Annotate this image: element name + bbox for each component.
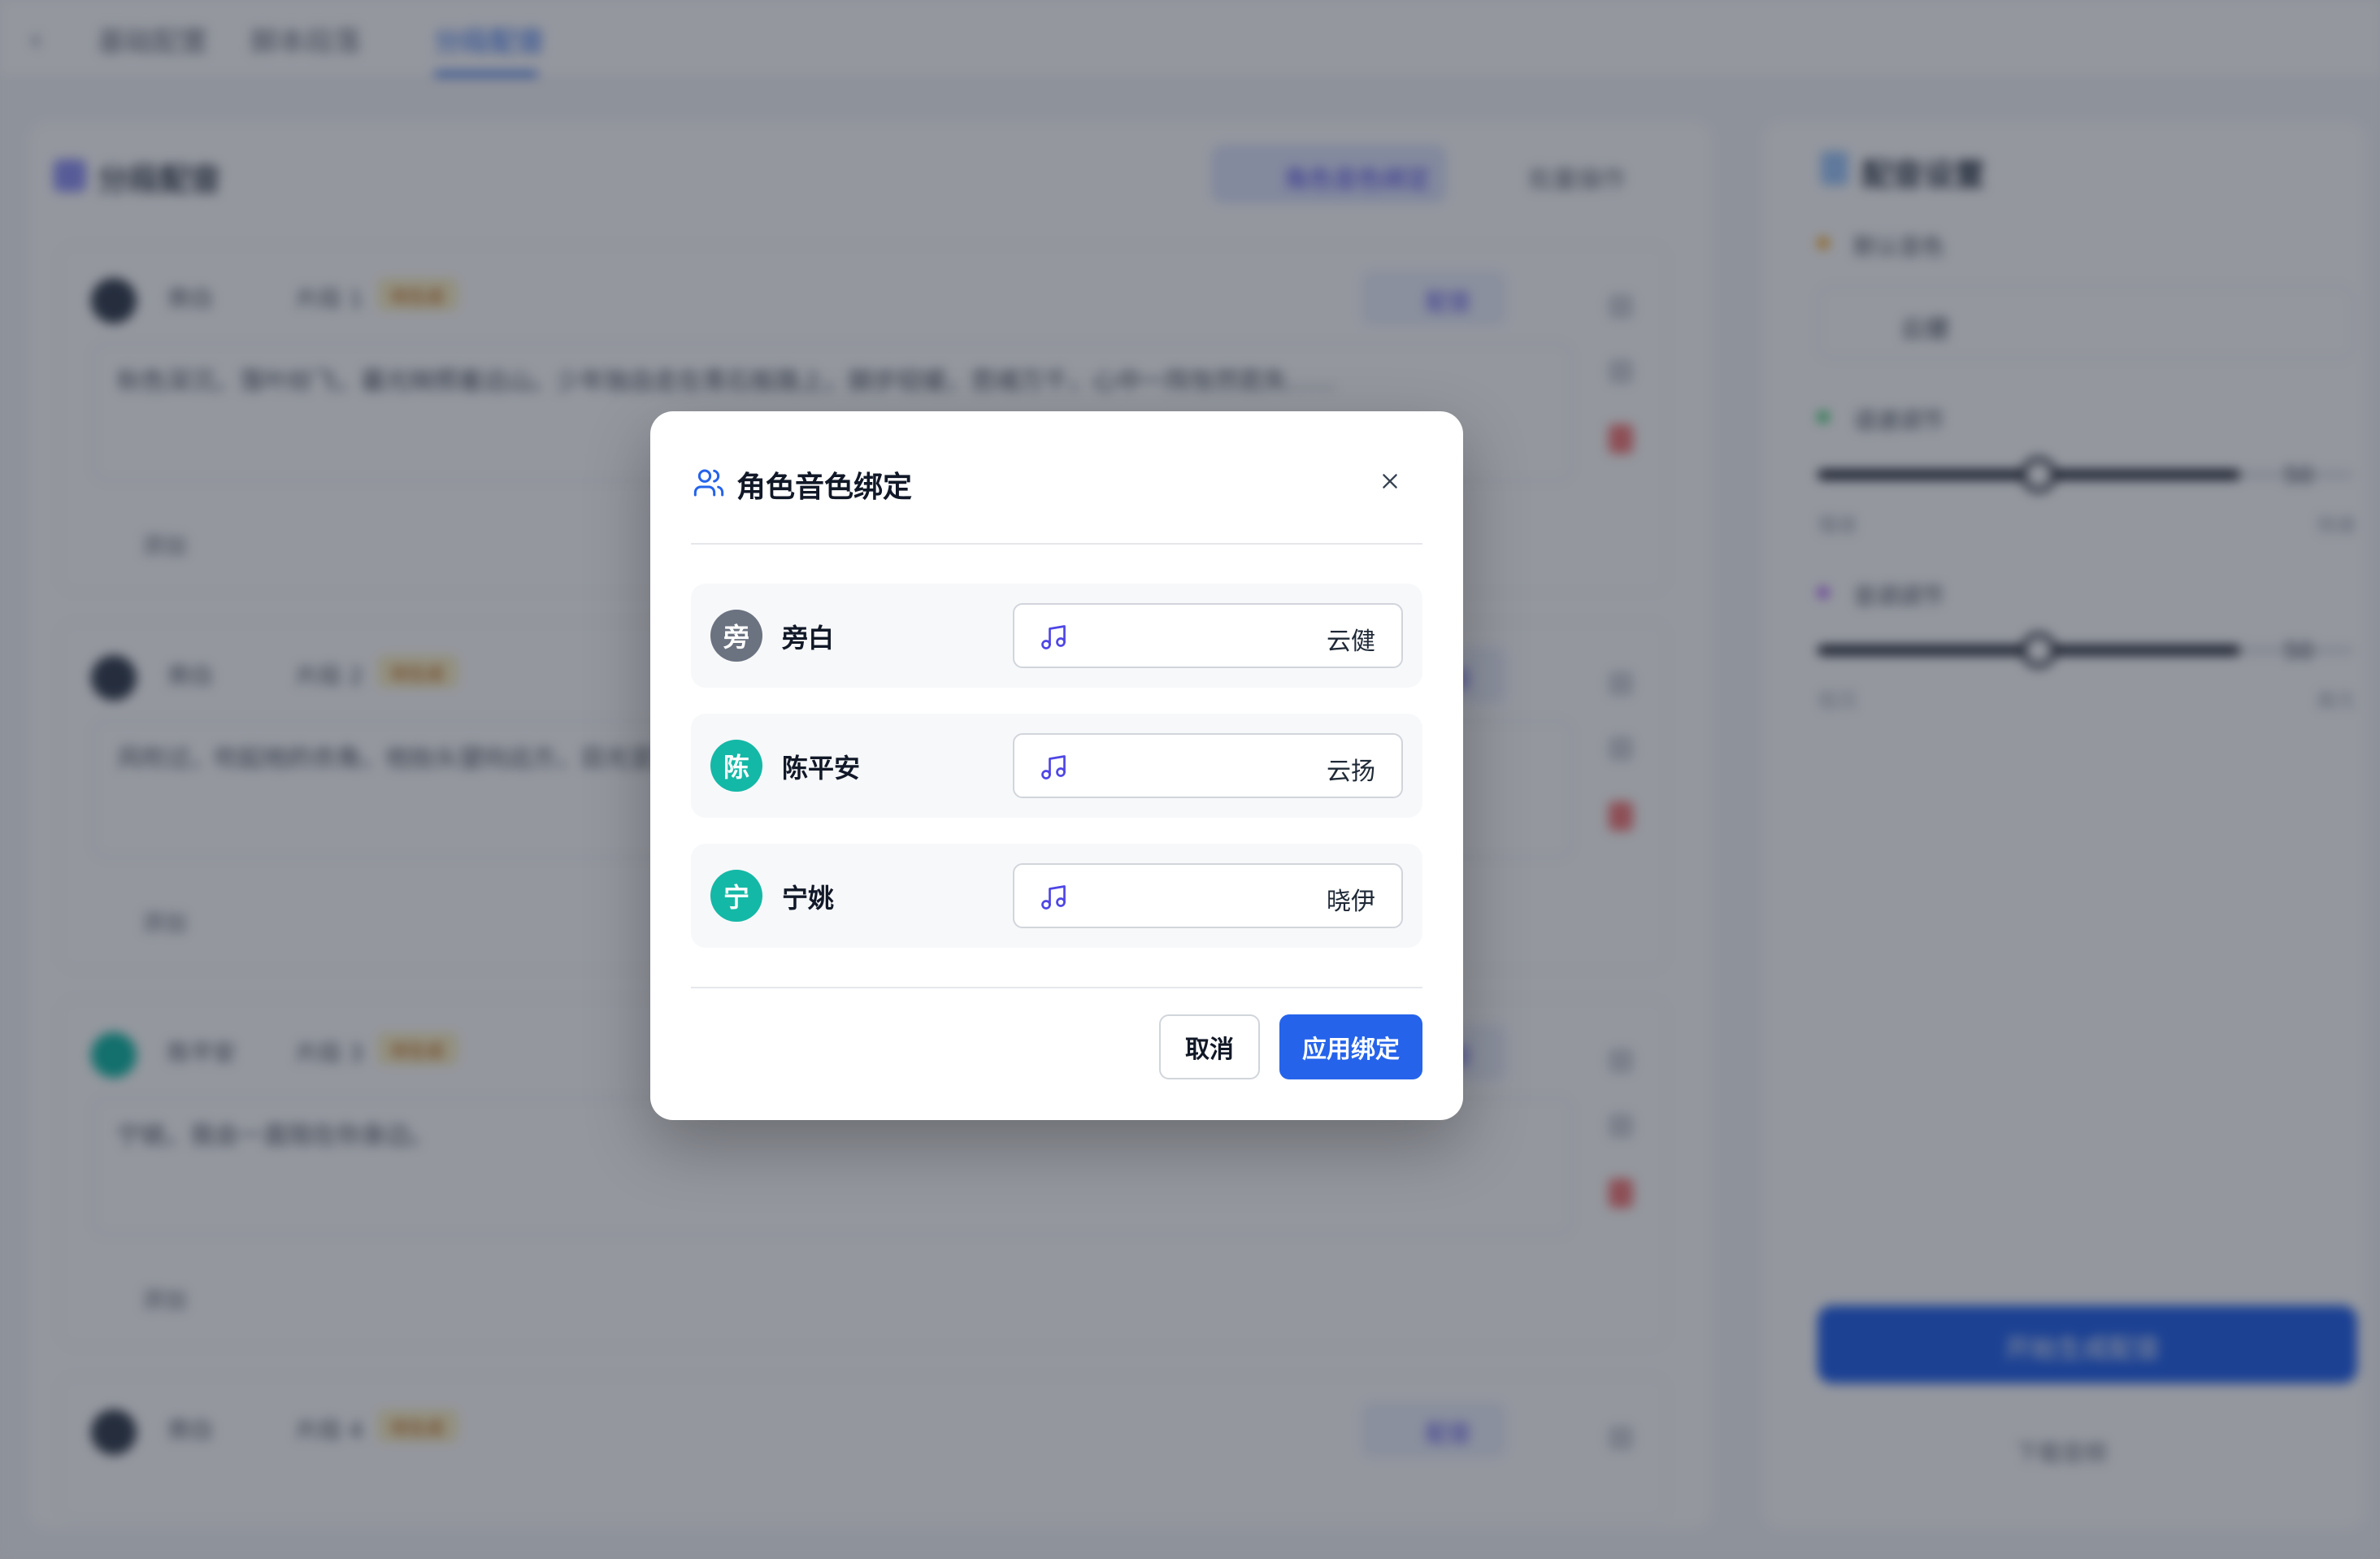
music-note-icon — [1041, 885, 1066, 910]
character-row: 旁 旁白 云健 — [691, 584, 1422, 688]
voice-select[interactable]: 云健 — [1013, 603, 1403, 668]
cancel-button[interactable]: 取消 — [1159, 1014, 1260, 1079]
music-note-icon — [1041, 755, 1066, 780]
voice-value: 云健 — [1327, 628, 1375, 656]
character-row: 宁 宁姚 晓伊 — [691, 844, 1422, 948]
dialog-title: 角色音色绑定 — [736, 471, 913, 504]
character-name: 宁姚 — [782, 883, 835, 914]
voice-value: 云扬 — [1327, 758, 1375, 786]
avatar: 陈 — [710, 740, 762, 792]
voice-select[interactable]: 晓伊 — [1013, 863, 1403, 928]
character-name: 旁白 — [782, 623, 835, 654]
close-button[interactable] — [1374, 465, 1406, 497]
voice-select[interactable]: 云扬 — [1013, 733, 1403, 798]
avatar: 宁 — [710, 870, 762, 922]
character-name: 陈平安 — [782, 753, 861, 784]
music-note-icon — [1041, 625, 1066, 649]
voice-value: 晓伊 — [1327, 888, 1375, 916]
apply-binding-button[interactable]: 应用绑定 — [1279, 1014, 1422, 1079]
voice-binding-dialog: 角色音色绑定 旁 旁白 云健 陈 陈平安 云扬 宁 宁姚 晓伊 取消 应用绑定 — [650, 411, 1463, 1120]
header-divider — [691, 543, 1422, 545]
users-icon — [693, 469, 724, 497]
footer-divider — [691, 987, 1422, 988]
close-icon — [1383, 474, 1397, 489]
avatar: 旁 — [710, 610, 762, 662]
character-row: 陈 陈平安 云扬 — [691, 714, 1422, 818]
